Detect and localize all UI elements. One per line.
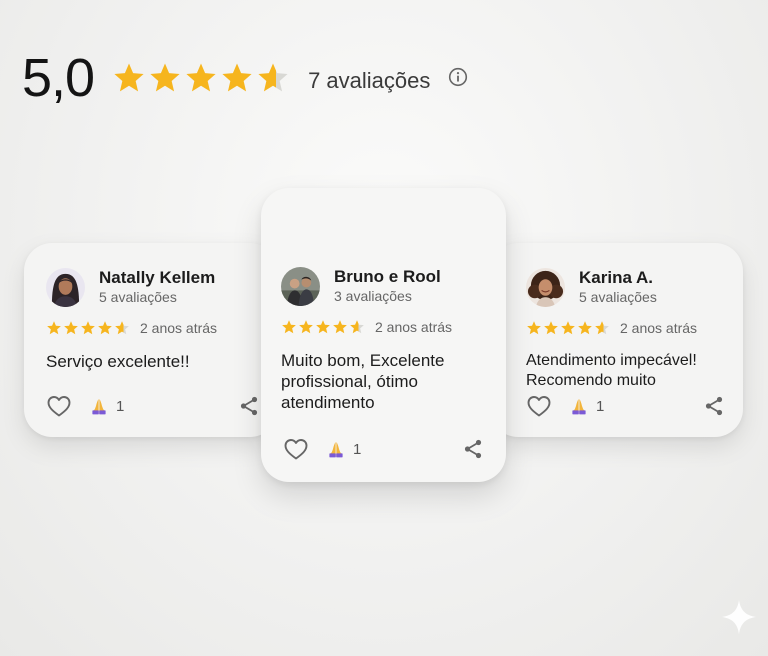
review-card-bruno: Bruno e Rool 3 avaliações 2 anos atrás M… — [261, 188, 506, 482]
reviewer-name[interactable]: Natally Kellem — [99, 268, 215, 288]
review-actions: 1 — [526, 393, 725, 419]
info-icon[interactable] — [448, 67, 468, 87]
reviewer-name[interactable]: Bruno e Rool — [334, 267, 441, 287]
review-actions: 1 — [46, 393, 260, 419]
review-text: Atendimento impecável! Recomendo muito — [526, 352, 697, 389]
star-icon — [81, 321, 95, 335]
star-icon — [282, 320, 296, 334]
praying-hands-icon[interactable] — [90, 397, 108, 415]
average-score: 5,0 — [22, 48, 95, 108]
reviewer-review-count: 5 avaliações — [99, 289, 177, 305]
star-icon — [350, 320, 364, 334]
heart-icon[interactable] — [526, 394, 552, 418]
review-stars — [281, 319, 365, 335]
review-text: Muito bom, Excelente profissional, ótimo… — [281, 351, 445, 412]
praying-hands-icon[interactable] — [327, 440, 345, 458]
reviewer-header: Bruno e Rool 3 avaliações — [281, 266, 486, 306]
review-stars — [526, 320, 610, 336]
share-icon[interactable] — [703, 395, 725, 417]
reaction-count: 1 — [353, 440, 362, 458]
star-icon — [64, 321, 78, 335]
star-icon — [595, 321, 609, 335]
reviewer-name[interactable]: Karina A. — [579, 268, 657, 288]
avatar[interactable] — [281, 266, 320, 306]
reaction-count: 1 — [116, 397, 125, 415]
avatar[interactable] — [46, 267, 85, 307]
average-stars — [112, 61, 290, 95]
praying-hands-icon[interactable] — [570, 397, 588, 415]
star-icon — [115, 321, 129, 335]
star-icon — [544, 321, 558, 335]
star-icon — [578, 321, 592, 335]
reaction-count: 1 — [596, 397, 605, 415]
star-icon — [150, 63, 180, 92]
review-time: 2 anos atrás — [375, 319, 453, 335]
star-icon — [316, 320, 330, 334]
sparkle-icon — [721, 599, 757, 635]
review-time: 2 anos atrás — [140, 320, 218, 336]
star-icon — [333, 320, 347, 334]
share-icon[interactable] — [238, 395, 260, 417]
rating-summary: 5,0 7 avaliações — [22, 48, 468, 108]
star-icon — [222, 63, 252, 92]
review-time: 2 anos atrás — [620, 320, 698, 336]
review-card-natally: Natally Kellem 5 avaliações 2 anos atrás… — [24, 243, 278, 437]
star-icon — [47, 321, 61, 335]
heart-icon[interactable] — [46, 394, 72, 418]
star-icon — [98, 321, 112, 335]
reviewer-review-count: 3 avaliações — [334, 288, 412, 304]
star-icon — [258, 63, 288, 92]
star-icon — [114, 63, 144, 92]
heart-icon[interactable] — [283, 437, 309, 461]
reviewer-header: Natally Kellem 5 avaliações — [46, 267, 256, 307]
review-text: Serviço excelente!! — [46, 352, 190, 371]
star-icon — [186, 63, 216, 92]
share-icon[interactable] — [462, 438, 484, 460]
review-count: 7 avaliações — [308, 68, 431, 93]
reviewer-review-count: 5 avaliações — [579, 289, 657, 305]
star-icon — [561, 321, 575, 335]
reviewer-header: Karina A. 5 avaliações — [526, 267, 721, 307]
review-stars — [46, 320, 130, 336]
star-icon — [299, 320, 313, 334]
star-icon — [527, 321, 541, 335]
review-actions: 1 — [283, 436, 484, 462]
review-card-karina: Karina A. 5 avaliações 2 anos atrás Aten… — [490, 243, 743, 437]
avatar[interactable] — [526, 267, 565, 307]
